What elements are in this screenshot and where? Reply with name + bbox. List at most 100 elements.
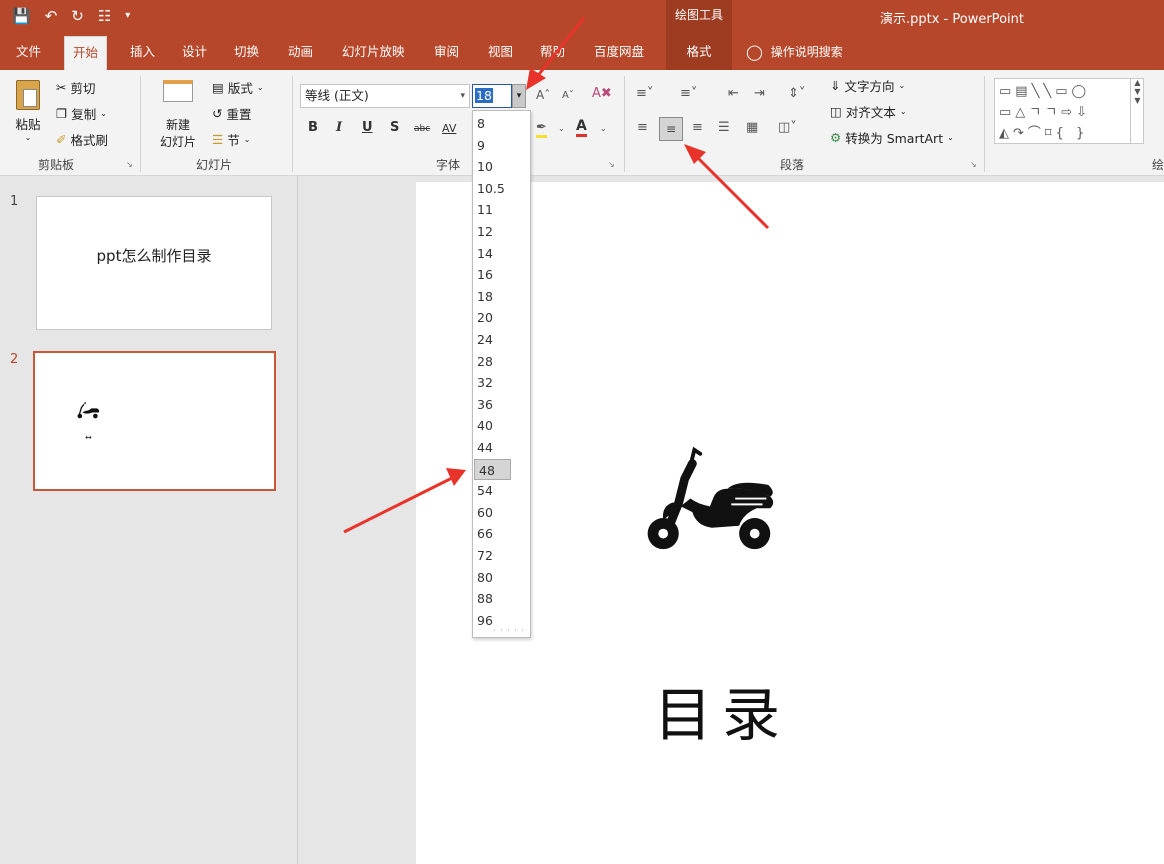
font-size-option[interactable]: 8 (473, 113, 530, 134)
tab-help[interactable]: 帮助 (532, 34, 573, 70)
font-size-option[interactable]: 20 (473, 307, 530, 328)
shapes-gallery[interactable]: ▭▤╲╲▭◯ ▭△ㄱㄱ⇨⇩ ◭↷⌒⌑{ } (994, 78, 1144, 144)
font-size-option[interactable]: 18 (473, 286, 530, 307)
font-size-option[interactable]: 28 (473, 351, 530, 372)
strikethrough-button[interactable]: abc (414, 124, 430, 134)
slide-title[interactable]: 目录 (416, 668, 1028, 752)
align-right-icon[interactable]: ≡ (692, 120, 703, 135)
tab-animations[interactable]: 动画 (280, 34, 321, 70)
section-button[interactable]: ☰ 节 ⌄ (212, 130, 250, 149)
font-size-option[interactable]: 9 (473, 135, 530, 156)
dialog-launcher-icon[interactable]: ↘ (608, 160, 615, 169)
align-center-button[interactable]: ≡ (659, 117, 683, 141)
line-spacing-icon[interactable]: ⇕˅ (788, 86, 805, 101)
font-size-option[interactable]: 80 (473, 567, 530, 588)
bullets-icon[interactable]: ≡˅ (636, 86, 653, 101)
slide-thumbnail-2[interactable]: ↔ (33, 351, 276, 491)
bold-button[interactable]: B (308, 120, 318, 135)
resize-grip[interactable]: · · · · · (493, 626, 525, 635)
tab-design[interactable]: 设计 (174, 34, 215, 70)
numbering-icon[interactable]: ≡˅ (680, 86, 697, 101)
font-size-option[interactable]: 16 (473, 264, 530, 285)
tell-me-search[interactable]: ◯ 操作说明搜索 (746, 34, 843, 70)
font-size-option[interactable]: 10.5 (473, 178, 530, 199)
ribbon-tabs: 文件 开始 插入 设计 切换 动画 幻灯片放映 审阅 视图 帮助 百度网盘 格式… (0, 34, 1164, 70)
tab-slideshow[interactable]: 幻灯片放映 (334, 34, 413, 70)
slide-thumbnail-1[interactable]: ppt怎么制作目录 (36, 196, 272, 330)
new-slide-icon (163, 80, 193, 102)
tab-review[interactable]: 审阅 (426, 34, 467, 70)
present-icon[interactable]: ☷ (98, 6, 111, 26)
tab-insert[interactable]: 插入 (122, 34, 163, 70)
font-size-option[interactable]: 44 (473, 437, 530, 458)
shapes-row: ▭▤╲╲▭◯ (999, 84, 1091, 99)
highlight-icon[interactable]: ✒ (536, 120, 547, 138)
thumbnail-dots: ↔ (85, 433, 92, 442)
increase-font-icon[interactable]: Aˆ (536, 88, 550, 102)
font-size-option[interactable]: 14 (473, 243, 530, 264)
format-painter-button[interactable]: ✐ 格式刷 (56, 130, 108, 149)
decrease-indent-icon[interactable]: ⇤ (728, 86, 739, 101)
distributed-icon[interactable]: ▦ (746, 120, 758, 135)
font-size-option[interactable]: 66 (473, 523, 530, 544)
text-shadow-button[interactable]: S (390, 120, 399, 135)
tab-view[interactable]: 视图 (480, 34, 521, 70)
character-spacing-button[interactable]: AV (442, 122, 456, 135)
font-size-option[interactable]: 24 (473, 329, 530, 350)
columns-icon[interactable]: ◫˅ (778, 120, 797, 135)
font-color-icon[interactable]: A (576, 118, 587, 137)
increase-indent-icon[interactable]: ⇥ (754, 86, 765, 101)
font-size-option[interactable]: 32 (473, 372, 530, 393)
convert-smartart-button[interactable]: ⚙ 转换为 SmartArt ⌄ (830, 128, 954, 147)
font-size-option[interactable]: 10 (473, 156, 530, 177)
customize-icon[interactable]: ▾ (125, 6, 130, 26)
decrease-font-icon[interactable]: Aˇ (562, 90, 574, 101)
font-size-option[interactable]: 40 (473, 415, 530, 436)
underline-button[interactable]: U (362, 120, 373, 135)
save-icon[interactable]: 💾 (12, 6, 31, 26)
tab-format[interactable]: 格式 (666, 34, 732, 70)
dialog-launcher-icon[interactable]: ↘ (126, 160, 133, 169)
copy-button[interactable]: ❐ 复制 ⌄ (56, 104, 107, 123)
font-size-dropdown-button[interactable]: ▾ (512, 84, 526, 108)
format-painter-label: 格式刷 (70, 133, 108, 148)
italic-button[interactable]: I (336, 120, 342, 135)
font-size-value: 18 (475, 88, 493, 103)
font-size-option[interactable]: 48 (474, 458, 511, 480)
font-name-combobox[interactable]: 等线 (正文) ▾ (300, 84, 470, 108)
tab-transitions[interactable]: 切换 (226, 34, 267, 70)
font-size-option[interactable]: 72 (473, 545, 530, 566)
redo-icon[interactable]: ↻ (71, 6, 84, 26)
chevron-down-icon[interactable]: ▾ (460, 85, 465, 107)
clear-formatting-icon[interactable]: A✖ (592, 86, 612, 101)
layout-button[interactable]: ▤ 版式 ⌄ (212, 78, 264, 97)
scooter-icon[interactable] (634, 444, 780, 559)
paste-button[interactable]: 粘贴 ⌄ (10, 78, 46, 148)
font-size-combobox[interactable]: 18 (472, 84, 512, 108)
paste-dropdown-icon: ⌄ (24, 133, 32, 142)
font-size-option[interactable]: 12 (473, 221, 530, 242)
chevron-down-icon[interactable]: ⌄ (558, 124, 565, 133)
tab-baidu-netdisk[interactable]: 百度网盘 (586, 34, 652, 70)
font-group-label: 字体 (436, 158, 461, 172)
undo-icon[interactable]: ↶ (45, 6, 58, 26)
font-size-option[interactable]: 88 (473, 588, 530, 609)
font-size-option[interactable]: 60 (473, 502, 530, 523)
text-direction-button[interactable]: ⇓ 文字方向 ⌄ (830, 76, 905, 95)
align-left-icon[interactable]: ≡ (637, 120, 648, 135)
font-size-option[interactable]: 11 (473, 199, 530, 220)
reset-button[interactable]: ↺ 重置 (212, 104, 252, 123)
cut-button[interactable]: ✂ 剪切 (56, 78, 96, 97)
tab-home[interactable]: 开始 (64, 36, 108, 70)
cut-label: 剪切 (70, 81, 96, 96)
align-text-button[interactable]: ◫ 对齐文本 ⌄ (830, 102, 907, 121)
font-size-option[interactable]: 36 (473, 394, 530, 415)
new-slide-button[interactable]: 新建 幻灯片 (150, 78, 206, 154)
dialog-launcher-icon[interactable]: ↘ (970, 160, 977, 169)
justify-icon[interactable]: ☰ (718, 120, 730, 135)
tab-file[interactable]: 文件 (8, 34, 49, 70)
font-size-option[interactable]: 54 (473, 480, 530, 501)
chevron-down-icon[interactable]: ⌄ (600, 124, 607, 133)
shapes-gallery-scroll[interactable]: ▲ ▼ ▼ (1130, 78, 1144, 144)
section-label: 节 (227, 133, 240, 148)
